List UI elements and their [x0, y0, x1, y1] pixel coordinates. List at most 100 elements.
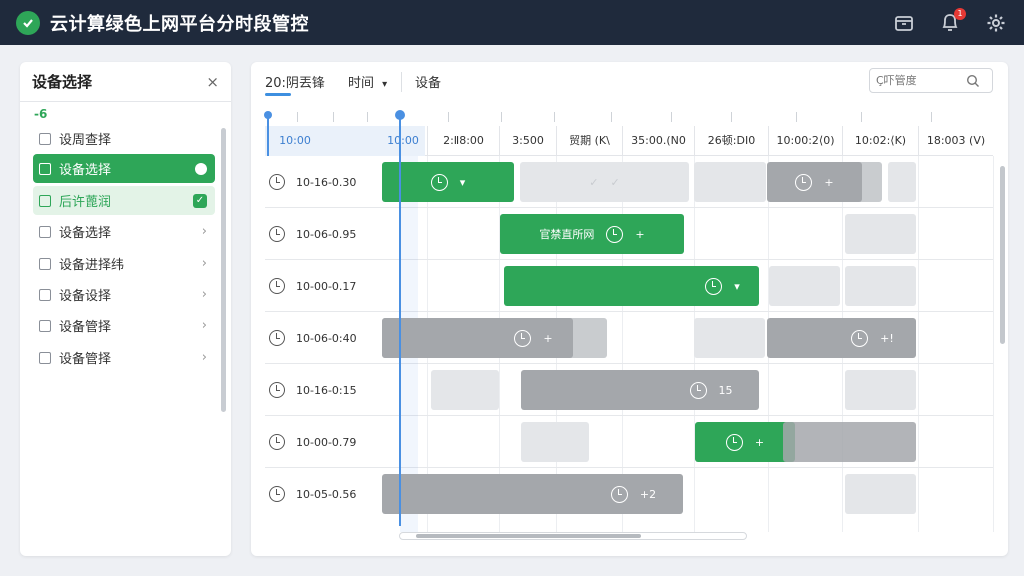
chevron-right-icon: › — [201, 256, 207, 271]
tab-divider — [401, 72, 402, 92]
clock-icon — [725, 433, 743, 451]
grid-line — [993, 156, 994, 532]
schedule-block-blocked[interactable] — [783, 422, 916, 462]
block-count: 15 — [718, 383, 733, 397]
schedule-block-empty[interactable] — [694, 162, 766, 202]
block-count: +2 — [639, 487, 657, 501]
schedule-block-active[interactable]: ▾ — [382, 162, 514, 202]
sidebar-item[interactable]: 设备管择 › — [33, 311, 215, 340]
sidebar-item[interactable]: 设备设择 › — [33, 280, 215, 309]
time-column-header: 10:00 — [279, 134, 311, 147]
tab-time[interactable]: 时间 ▾ — [348, 72, 387, 91]
search-box[interactable] — [869, 68, 993, 93]
schedule-block-empty[interactable] — [694, 318, 765, 358]
time-column-header: 2:Ⅱ8:00 — [427, 126, 499, 156]
row-label: 10-06-0:40 — [296, 331, 357, 345]
close-icon[interactable]: × — [206, 73, 219, 91]
axis-tick — [731, 112, 732, 122]
axis-tick — [297, 112, 298, 122]
checkbox[interactable] — [39, 225, 51, 238]
gear-icon[interactable] — [984, 11, 1008, 35]
sidebar-item[interactable]: 设备管择 › — [33, 343, 215, 372]
schedule-block-empty[interactable] — [888, 162, 916, 202]
schedule-block-empty[interactable] — [521, 422, 589, 462]
horizontal-scrollbar[interactable] — [399, 532, 747, 540]
sidebar-scrollbar[interactable] — [221, 128, 226, 412]
schedule-block-empty[interactable] — [845, 370, 916, 410]
sidebar-item[interactable]: 设备选择 › — [33, 217, 215, 246]
check-icon: ✓ — [589, 175, 599, 189]
row-label: 10-16-0:15 — [296, 383, 357, 397]
search-icon[interactable] — [966, 74, 980, 88]
schedule-block-empty[interactable]: ✓ ✓ — [520, 162, 689, 202]
tab-period[interactable]: 20:阴丟锋 — [265, 72, 325, 91]
sidebar-item-label: 设备管择 — [59, 320, 112, 335]
sidebar-item[interactable]: 设周查择 — [33, 124, 215, 153]
schedule-block-active[interactable]: ▾ — [504, 266, 759, 306]
calendar-icon — [39, 194, 51, 207]
schedule-block-blocked[interactable]: +2 — [382, 474, 683, 514]
checkbox[interactable] — [39, 257, 51, 270]
schedule-block-active[interactable]: 官禁直所网 + — [500, 214, 684, 254]
chevron-right-icon: › — [201, 287, 207, 302]
add-icon[interactable]: + — [824, 176, 833, 189]
sidebar-item-label: 设备选择 — [59, 226, 112, 241]
chevron-right-icon: › — [201, 224, 207, 239]
schedule-block-blocked[interactable]: 15 — [521, 370, 759, 410]
schedule-block-empty[interactable] — [769, 266, 840, 306]
sidebar-item[interactable]: 设备进择纬 › — [33, 249, 215, 278]
time-column-header: 10:00 — [387, 134, 419, 147]
chevron-right-icon: › — [201, 350, 207, 365]
schedule-block-empty[interactable] — [845, 266, 916, 306]
axis-tick — [611, 112, 612, 122]
row-label: 10-05-0.56 — [296, 487, 357, 501]
dropdown-icon: ▾ — [459, 175, 466, 189]
current-time-line — [399, 114, 401, 526]
schedule-block-blocked[interactable]: + — [767, 162, 862, 202]
tab-device[interactable]: 设备 — [415, 72, 441, 91]
add-icon[interactable]: + — [755, 436, 764, 449]
axis-tick — [501, 112, 502, 122]
clock-icon — [795, 173, 813, 191]
clock-icon — [851, 329, 869, 347]
schedule-block-empty[interactable] — [845, 474, 916, 514]
axis-tick — [861, 112, 862, 122]
range-start-handle[interactable] — [264, 111, 272, 119]
time-column-header: 3:500 — [499, 126, 556, 156]
time-column-header: 35:00.(Ν0 — [622, 126, 694, 156]
add-icon[interactable]: + — [543, 332, 552, 345]
axis-tick — [554, 112, 555, 122]
package-icon[interactable] — [892, 11, 916, 35]
schedule-block-empty[interactable] — [431, 370, 499, 410]
sidebar-subtitle: -6 — [34, 107, 48, 121]
sidebar-item-selected[interactable]: 后许蓖润 ✓ — [33, 186, 215, 215]
check-icon: ✓ — [610, 175, 620, 189]
sidebar-item-active[interactable]: 设备选择 — [33, 154, 215, 183]
add-icon[interactable]: +! — [880, 332, 894, 345]
schedule-block-blocked[interactable]: + — [382, 318, 573, 358]
axis-tick — [367, 112, 368, 122]
search-input[interactable] — [876, 74, 966, 87]
time-column-header: 10:02:⟨K) — [842, 126, 918, 156]
clock-icon — [269, 174, 285, 190]
checkbox-checked-icon[interactable]: ✓ — [193, 193, 207, 208]
axis-tick — [671, 112, 672, 122]
clock-icon — [269, 486, 285, 502]
schedule-block-blocked[interactable]: +! — [767, 318, 916, 358]
schedule-block-active[interactable]: + — [695, 422, 795, 462]
radio-selected-icon[interactable] — [195, 162, 207, 175]
add-icon[interactable]: + — [635, 228, 644, 241]
scrollbar-thumb[interactable] — [416, 534, 641, 538]
clock-icon — [269, 330, 285, 346]
sidebar-title: 设备选择 — [32, 73, 93, 91]
schedule-block-empty[interactable] — [845, 214, 916, 254]
checkbox[interactable] — [39, 288, 51, 301]
checkbox[interactable] — [39, 319, 51, 332]
time-column-header: 18:003 (V) — [918, 126, 993, 156]
clock-icon — [269, 226, 285, 242]
time-column-header: 10:00:2⟨0) — [768, 126, 842, 156]
time-column-header: 26顿:DI0 — [694, 126, 768, 156]
vertical-scrollbar[interactable] — [1000, 166, 1005, 344]
bell-icon[interactable]: 1 — [938, 7, 966, 35]
current-time-handle[interactable] — [395, 110, 405, 120]
